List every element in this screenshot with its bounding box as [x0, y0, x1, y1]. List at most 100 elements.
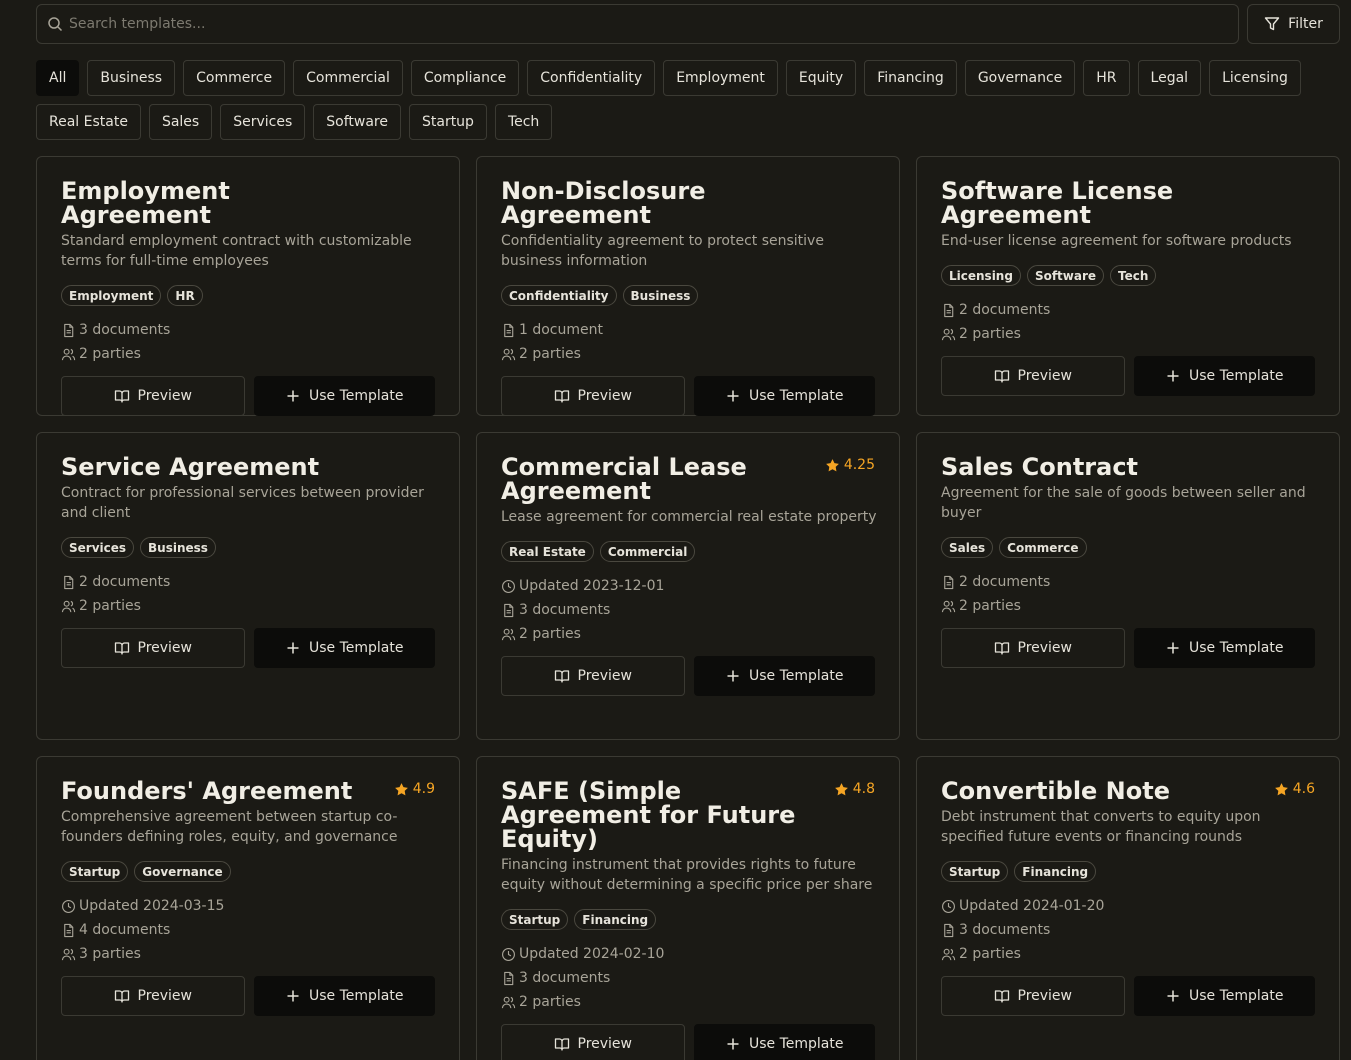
- book-open-icon: [114, 390, 129, 403]
- search-input[interactable]: [69, 16, 1219, 32]
- category-chip[interactable]: Equity: [785, 60, 857, 96]
- category-chip[interactable]: Employment: [663, 60, 778, 96]
- document-icon: [944, 303, 954, 317]
- preview-button[interactable]: Preview: [61, 628, 245, 668]
- users-icon: [61, 348, 76, 360]
- category-chip[interactable]: Sales: [148, 104, 213, 140]
- use-template-label: Use Template: [749, 668, 844, 684]
- template-title: SAFE (Simple Agreement for Future Equity…: [501, 777, 796, 853]
- clock-icon: [62, 899, 75, 913]
- category-chip[interactable]: Governance: [964, 60, 1076, 96]
- template-title: Convertible Note: [941, 777, 1171, 805]
- category-chip[interactable]: Confidentiality: [527, 60, 656, 96]
- users-icon: [61, 600, 76, 612]
- preview-button[interactable]: Preview: [501, 1024, 685, 1060]
- book-open-icon: [554, 1038, 569, 1051]
- document-icon: [504, 971, 514, 985]
- use-template-button[interactable]: Use Template: [693, 376, 875, 416]
- template-card: Sales Contract Agreement for the sale of …: [916, 432, 1340, 740]
- template-meta: Updated 2024-01-20 3 documents 2 parties: [941, 894, 1315, 966]
- search-box[interactable]: [36, 4, 1239, 44]
- tag: Services: [61, 537, 135, 558]
- preview-button[interactable]: Preview: [501, 376, 685, 416]
- category-chip[interactable]: Legal: [1137, 60, 1202, 96]
- updated-line: Updated 2023-12-01: [501, 574, 875, 598]
- use-template-button[interactable]: Use Template: [1133, 976, 1315, 1016]
- category-chip[interactable]: Real Estate: [36, 104, 141, 140]
- rating: 4.6: [1274, 781, 1315, 797]
- use-template-button[interactable]: Use Template: [1133, 356, 1315, 396]
- preview-button[interactable]: Preview: [941, 628, 1125, 668]
- preview-button[interactable]: Preview: [61, 376, 245, 416]
- template-description: Confidentiality agreement to protect sen…: [501, 233, 824, 269]
- rating: 4.25: [825, 457, 875, 473]
- parties-line: 2 parties: [61, 594, 435, 618]
- updated-text: Updated 2023-12-01: [519, 578, 665, 594]
- preview-label: Preview: [577, 388, 633, 404]
- category-chip[interactable]: Licensing: [1209, 60, 1301, 96]
- category-chip[interactable]: Compliance: [410, 60, 520, 96]
- template-meta: 2 documents 2 parties: [61, 570, 435, 618]
- category-chip[interactable]: Services: [220, 104, 306, 140]
- book-open-icon: [994, 990, 1009, 1003]
- category-chip[interactable]: Tech: [494, 104, 553, 140]
- documents-count: 1 document: [519, 322, 603, 338]
- preview-button[interactable]: Preview: [941, 976, 1125, 1016]
- template-card: Employment Agreement Standard employment …: [36, 156, 460, 416]
- card-actions: Preview Use Template: [61, 976, 435, 1016]
- preview-label: Preview: [1017, 368, 1073, 384]
- filter-button[interactable]: Filter: [1247, 4, 1340, 44]
- template-description: Standard employment contract with custom…: [61, 233, 412, 269]
- use-template-label: Use Template: [309, 388, 404, 404]
- category-chip[interactable]: HR: [1083, 60, 1130, 96]
- parties-count: 2 parties: [959, 598, 1021, 614]
- category-chip[interactable]: Startup: [408, 104, 487, 140]
- category-chip[interactable]: All: [36, 60, 80, 96]
- use-template-button[interactable]: Use Template: [253, 376, 435, 416]
- card-actions: Preview Use Template: [61, 628, 435, 668]
- plus-icon: [727, 390, 739, 402]
- card-actions: Preview Use Template: [501, 656, 875, 696]
- card-actions: Preview Use Template: [61, 376, 435, 416]
- tag: Startup: [61, 861, 129, 882]
- template-title: Employment Agreement: [61, 177, 230, 229]
- documents-line: 3 documents: [941, 918, 1315, 942]
- plus-icon: [1167, 990, 1179, 1002]
- tag-list: Startup Financing: [941, 861, 1315, 882]
- tag: Tech: [1110, 265, 1157, 286]
- documents-line: 2 documents: [61, 570, 435, 594]
- preview-button[interactable]: Preview: [941, 356, 1125, 396]
- card-actions: Preview Use Template: [941, 356, 1315, 396]
- tag: Commerce: [999, 537, 1087, 558]
- use-template-button[interactable]: Use Template: [253, 628, 435, 668]
- parties-count: 2 parties: [79, 598, 141, 614]
- users-icon: [941, 948, 956, 960]
- template-title: Non-Disclosure Agreement: [501, 177, 706, 229]
- use-template-button[interactable]: Use Template: [253, 976, 435, 1016]
- category-chip[interactable]: Commercial: [293, 60, 403, 96]
- category-chip[interactable]: Software: [313, 104, 401, 140]
- tag: Real Estate: [501, 541, 594, 562]
- category-filter: All Business Commerce Commercial Compliance C…: [36, 60, 1326, 148]
- plus-icon: [287, 990, 299, 1002]
- preview-button[interactable]: Preview: [61, 976, 245, 1016]
- use-template-button[interactable]: Use Template: [693, 1024, 875, 1060]
- book-open-icon: [114, 642, 129, 655]
- template-card: Software License Agreement End-user licen…: [916, 156, 1340, 416]
- category-row: Real Estate Sales Services Software Startup T…: [36, 104, 1326, 140]
- tag: Software: [1026, 265, 1105, 286]
- template-card: Founders' Agreement 4.9 Comprehensive agre…: [36, 756, 460, 1060]
- category-chip[interactable]: Financing: [864, 60, 957, 96]
- template-card: SAFE (Simple Agreement for Future Equity…: [476, 756, 900, 1060]
- category-chip[interactable]: Business: [87, 60, 176, 96]
- parties-count: 2 parties: [519, 626, 581, 642]
- clock-icon: [502, 579, 515, 593]
- documents-line: 2 documents: [941, 298, 1315, 322]
- updated-text: Updated 2024-03-15: [79, 898, 225, 914]
- use-template-button[interactable]: Use Template: [693, 656, 875, 696]
- preview-button[interactable]: Preview: [501, 656, 685, 696]
- parties-count: 2 parties: [519, 994, 581, 1010]
- category-chip[interactable]: Commerce: [183, 60, 286, 96]
- use-template-button[interactable]: Use Template: [1133, 628, 1315, 668]
- updated-line: Updated 2024-01-20: [941, 894, 1315, 918]
